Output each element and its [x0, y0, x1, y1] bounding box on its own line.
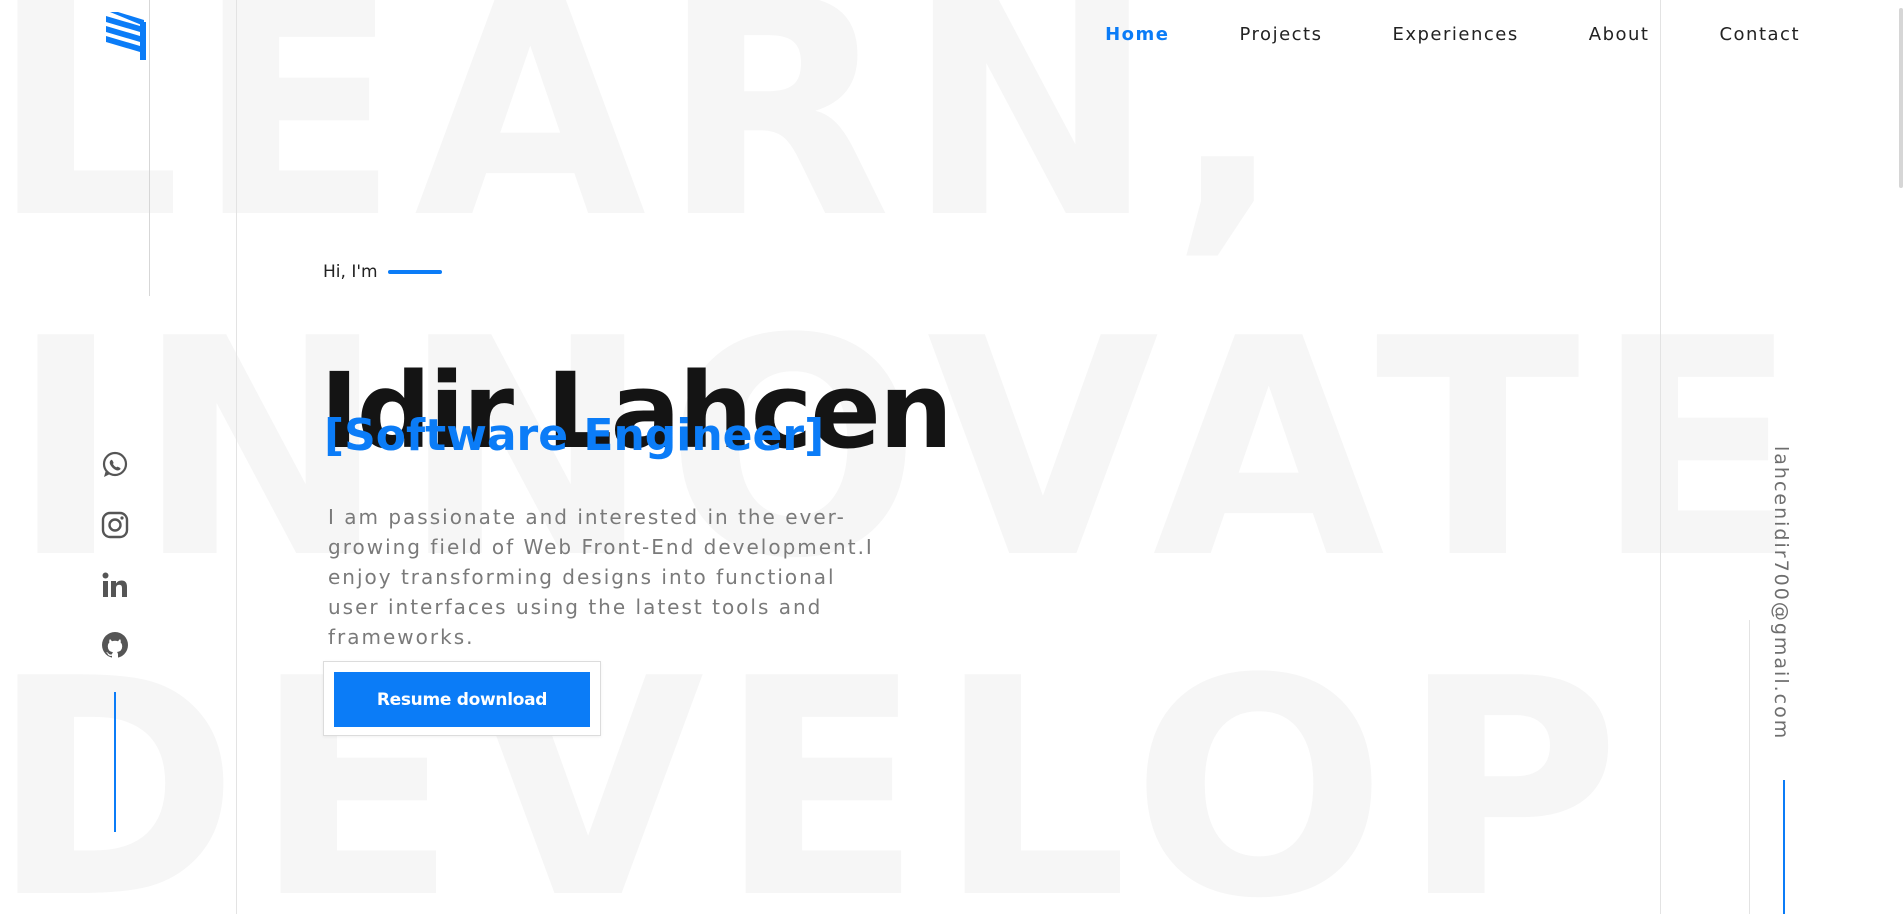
instagram-icon[interactable] — [100, 510, 130, 540]
nav-item-contact[interactable]: Contact — [1719, 24, 1800, 45]
guide-line — [1749, 620, 1750, 914]
greeting-text: Hi, I'm — [323, 262, 378, 282]
guide-line — [149, 0, 150, 296]
resume-download-button[interactable]: Resume download — [334, 672, 590, 727]
hero-role: [Software Engineer] — [324, 410, 825, 461]
nav-item-home[interactable]: Home — [1105, 24, 1169, 45]
nav-item-experiences[interactable]: Experiences — [1392, 24, 1518, 45]
background-word-develop: DEVELOP — [0, 615, 1635, 914]
hero-bio: I am passionate and interested in the ev… — [328, 505, 874, 649]
social-accent-line — [114, 692, 116, 832]
nav-item-about[interactable]: About — [1589, 24, 1650, 45]
scrollbar-thumb[interactable] — [1899, 8, 1903, 188]
email-accent-line — [1783, 780, 1785, 914]
social-links — [100, 450, 130, 690]
nav-item-projects[interactable]: Projects — [1240, 24, 1323, 45]
main-nav: Home Projects Experiences About Contact — [1035, 24, 1800, 45]
email-link[interactable]: lahcenidir700@gmail.com — [1770, 446, 1792, 740]
whatsapp-icon[interactable] — [100, 450, 130, 480]
guide-line — [236, 0, 237, 914]
page: LEARN, INNOVATE DEVELOP Home Projects Ex… — [0, 0, 1904, 914]
greeting-row: Hi, I'm — [323, 262, 442, 282]
logo-icon[interactable] — [104, 12, 148, 62]
linkedin-icon[interactable] — [100, 570, 130, 600]
greeting-accent-dash — [387, 270, 442, 274]
github-icon[interactable] — [100, 630, 130, 660]
scrollbar[interactable] — [1898, 0, 1904, 914]
guide-line — [1660, 0, 1661, 914]
resume-button-frame: Resume download — [323, 661, 601, 736]
